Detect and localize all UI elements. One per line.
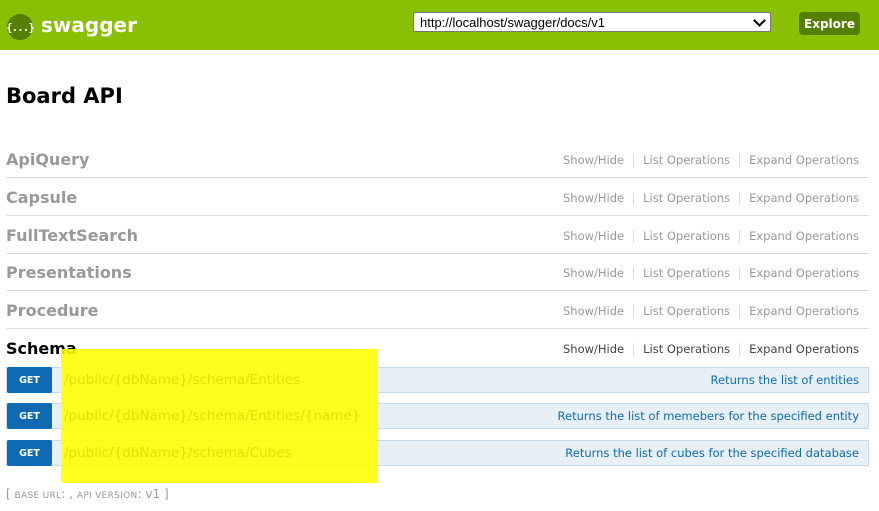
show-hide-link[interactable]: Show/Hide xyxy=(563,305,633,318)
resource-ops: Show/Hide List Operations Expand Operati… xyxy=(563,192,859,205)
operation-get-entity-members[interactable]: GET /public/{dbName}/schema/Entities/{na… xyxy=(6,403,869,429)
operation-path[interactable]: /public/{dbName}/schema/Cubes xyxy=(64,445,292,461)
resource-name[interactable]: ApiQuery xyxy=(6,150,89,169)
expand-operations-link[interactable]: Expand Operations xyxy=(739,343,859,356)
resource-ops: Show/Hide List Operations Expand Operati… xyxy=(563,230,859,243)
show-hide-link[interactable]: Show/Hide xyxy=(563,154,633,167)
api-title: Board API xyxy=(6,84,123,108)
api-version-label: API VERSION xyxy=(76,491,138,501)
resource-capsule: Capsule Show/Hide List Operations Expand… xyxy=(6,179,869,216)
show-hide-link[interactable]: Show/Hide xyxy=(563,343,633,356)
base-url-value: : , xyxy=(61,487,74,501)
explore-button[interactable]: Explore xyxy=(799,12,860,35)
http-method-badge[interactable]: GET xyxy=(7,440,52,466)
list-operations-link[interactable]: List Operations xyxy=(633,230,739,243)
show-hide-link[interactable]: Show/Hide xyxy=(563,267,633,280)
http-method-badge[interactable]: GET xyxy=(7,403,52,429)
expand-operations-link[interactable]: Expand Operations xyxy=(739,230,859,243)
footer-bracket-close: ] xyxy=(163,487,169,501)
operation-get-entities[interactable]: GET /public/{dbName}/schema/Entities Ret… xyxy=(6,367,869,393)
expand-operations-link[interactable]: Expand Operations xyxy=(739,154,859,167)
operation-summary[interactable]: Returns the list of memebers for the spe… xyxy=(558,409,859,423)
spec-url-value: http://localhost/swagger/docs/v1 xyxy=(420,15,605,30)
base-url-label: BASE URL xyxy=(14,491,62,501)
list-operations-link[interactable]: List Operations xyxy=(633,154,739,167)
resource-schema: Schema Show/Hide List Operations Expand … xyxy=(6,330,869,367)
swagger-logo-text[interactable]: swagger xyxy=(41,13,137,37)
resource-name[interactable]: Procedure xyxy=(6,301,99,320)
base-url-footer: [ BASE URL: , API VERSION: v1 ] xyxy=(6,487,169,501)
operation-path[interactable]: /public/{dbName}/schema/Entities xyxy=(64,372,300,388)
swagger-logo-icon[interactable]: {...} xyxy=(6,14,35,40)
resource-procedure: Procedure Show/Hide List Operations Expa… xyxy=(6,292,869,329)
list-operations-link[interactable]: List Operations xyxy=(633,343,739,356)
show-hide-link[interactable]: Show/Hide xyxy=(563,230,633,243)
footer-bracket-open: [ xyxy=(6,487,11,501)
spec-url-select[interactable]: http://localhost/swagger/docs/v1 xyxy=(413,12,771,32)
resource-ops: Show/Hide List Operations Expand Operati… xyxy=(563,267,859,280)
resource-apiquery: ApiQuery Show/Hide List Operations Expan… xyxy=(6,141,869,178)
expand-operations-link[interactable]: Expand Operations xyxy=(739,305,859,318)
expand-operations-link[interactable]: Expand Operations xyxy=(739,192,859,205)
resource-presentations: Presentations Show/Hide List Operations … xyxy=(6,254,869,291)
show-hide-link[interactable]: Show/Hide xyxy=(563,192,633,205)
operation-get-cubes[interactable]: GET /public/{dbName}/schema/Cubes Return… xyxy=(6,440,869,466)
resource-name[interactable]: FullTextSearch xyxy=(6,226,138,245)
chevron-down-icon xyxy=(753,14,766,27)
resource-name[interactable]: Presentations xyxy=(6,263,132,282)
resource-fulltextsearch: FullTextSearch Show/Hide List Operations… xyxy=(6,217,869,254)
expand-operations-link[interactable]: Expand Operations xyxy=(739,267,859,280)
list-operations-link[interactable]: List Operations xyxy=(633,192,739,205)
resource-ops: Show/Hide List Operations Expand Operati… xyxy=(563,343,859,356)
resource-ops: Show/Hide List Operations Expand Operati… xyxy=(563,154,859,167)
http-method-badge[interactable]: GET xyxy=(7,367,52,393)
operation-summary[interactable]: Returns the list of cubes for the specif… xyxy=(565,446,859,460)
operation-summary[interactable]: Returns the list of entities xyxy=(711,373,859,387)
resource-name[interactable]: Schema xyxy=(6,339,77,358)
resource-ops: Show/Hide List Operations Expand Operati… xyxy=(563,305,859,318)
swagger-header: {...} swagger http://localhost/swagger/d… xyxy=(0,0,879,50)
api-version-value: : v1 xyxy=(137,487,161,501)
resource-name[interactable]: Capsule xyxy=(6,188,77,207)
operation-path[interactable]: /public/{dbName}/schema/Entities/{name} xyxy=(64,408,360,424)
list-operations-link[interactable]: List Operations xyxy=(633,305,739,318)
list-operations-link[interactable]: List Operations xyxy=(633,267,739,280)
